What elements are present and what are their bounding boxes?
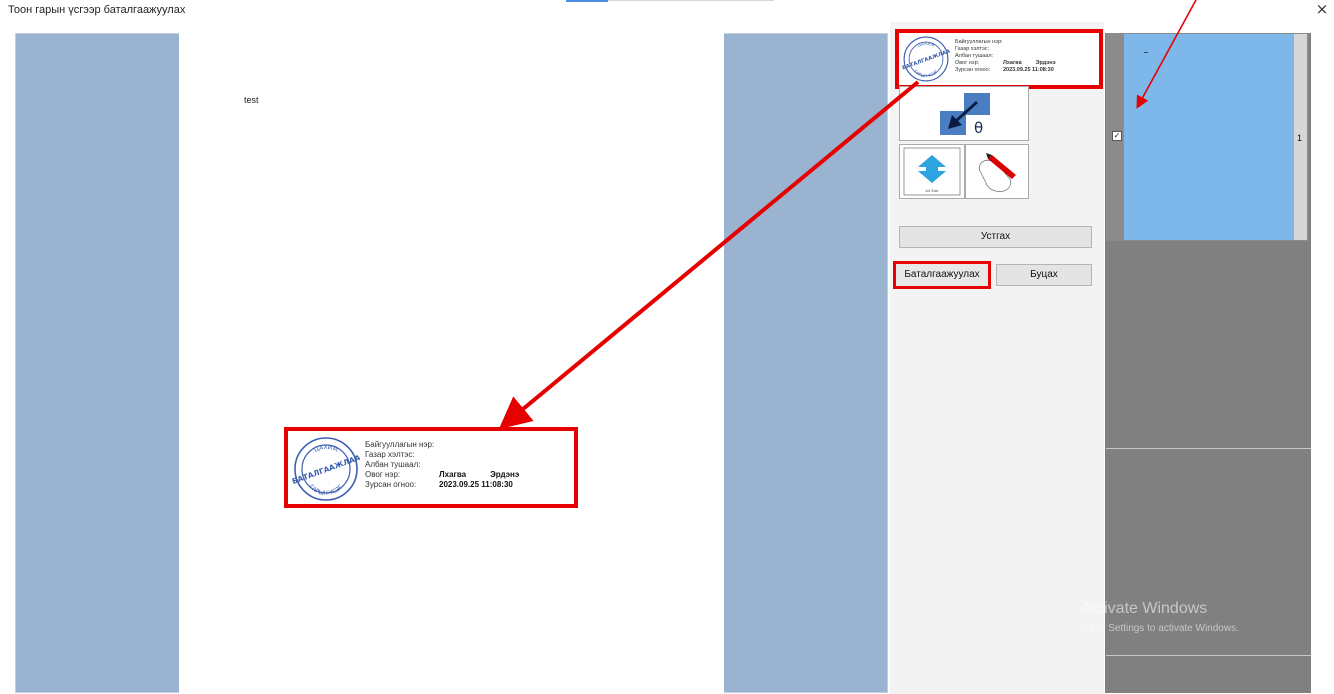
signed-date-label: Зурсан огноо: [955, 67, 991, 73]
confirm-button[interactable]: Баталгаажуулах [893, 261, 991, 289]
svg-text:ЦАХИМ: ЦАХИМ [917, 41, 936, 48]
thumbnail-page-number: 1 [1297, 133, 1303, 143]
activation-watermark-title: Activate Windows [1081, 600, 1208, 617]
thumbnail-divider [1106, 655, 1311, 656]
department-label: Газар хэлтэс: [955, 46, 990, 52]
signature-preview-details: Байгууллагын нэр: Газар хэлтэс: Албан ту… [955, 39, 1056, 74]
thumbnail-divider [1106, 448, 1311, 449]
place-signature-button[interactable]: θ [899, 86, 1029, 141]
signature-preview[interactable]: ЦАХИМ БАТАЛГААЖЛАА ГАРЫН ҮСЭГ Байгууллаг… [895, 29, 1103, 89]
stamp-top-text: ЦАХИМ [917, 41, 936, 48]
cancel-button[interactable]: Буцах [996, 264, 1092, 286]
last-name-value: Лхагва [439, 470, 467, 479]
hand-pen-icon [978, 153, 1016, 192]
stamp-top-text: ЦАХИМ [313, 444, 339, 454]
signed-date-label: Зурсан огноо: [365, 480, 417, 489]
thumbnail-checkbox[interactable]: ✓ [1112, 131, 1122, 141]
title-bar: Тоон гарын үсгээр баталгаажуулах × [0, 0, 1334, 22]
first-name-value: Эрдэнэ [490, 470, 520, 479]
placed-signature[interactable]: ЦАХИМ БАТАЛГААЖЛАА ГАРЫН ҮСЭГ Байгууллаг… [284, 427, 578, 508]
full-name-label: Овог нэр: [955, 60, 980, 66]
resize-arrow-icon: A4 Size [903, 147, 961, 196]
position-label: Албан тушаал: [365, 460, 421, 469]
svg-text:ГАРЫН ҮСЭГ: ГАРЫН ҮСЭГ [307, 483, 344, 497]
scale-caption: A4 Size [926, 189, 939, 193]
department-label: Газар хэлтэс: [365, 450, 415, 459]
svg-text:ЦАХИМ: ЦАХИМ [313, 444, 339, 454]
title-accent-line [566, 0, 608, 2]
stamp-bottom-text: ГАРЫН ҮСЭГ [913, 69, 939, 79]
org-name-label: Байгууллагын нэр: [365, 440, 435, 449]
signing-dialog: Тоон гарын үсгээр баталгаажуулах × test … [0, 0, 1334, 694]
window-title: Тоон гарын үсгээр баталгаажуулах [8, 4, 186, 16]
document-page[interactable]: test [179, 33, 724, 693]
place-symbol: θ [974, 119, 983, 137]
first-name-value: Эрдэнэ [1035, 60, 1056, 66]
thumbnail-page[interactable] [1124, 34, 1295, 240]
scale-button[interactable]: A4 Size [899, 144, 965, 199]
org-name-label: Байгууллагын нэр: [955, 39, 1003, 45]
signed-date-value: 2023.09.25 11:08:30 [439, 480, 513, 489]
title-accent-line-gray [608, 0, 774, 1]
draw-signature-button[interactable] [965, 144, 1029, 199]
place-signature-icon: θ [940, 93, 990, 137]
close-icon[interactable]: × [1314, 1, 1330, 17]
seal-stamp-icon: ЦАХИМ БАТАЛГААЖЛАА ГАРЫН ҮСЭГ [902, 36, 950, 82]
thumbnail-text-mark [1144, 52, 1148, 53]
signed-date-value: 2023.09.25 11:08:30 [1003, 67, 1054, 73]
last-name-value: Лхагва [1003, 60, 1022, 66]
signature-details: Байгууллагын нэр: Газар хэлтэс: Албан ту… [365, 440, 519, 490]
delete-button[interactable]: Устгах [899, 226, 1092, 248]
page-text: test [244, 95, 259, 105]
activation-watermark-subtitle: Go to Settings to activate Windows. [1081, 623, 1239, 634]
svg-text:ГАРЫН ҮСЭГ: ГАРЫН ҮСЭГ [913, 69, 939, 79]
seal-stamp-icon: ЦАХИМ БАТАЛГААЖЛАА ГАРЫН ҮСЭГ [292, 437, 360, 501]
position-label: Албан тушаал: [955, 53, 994, 59]
full-name-label: Овог нэр: [365, 470, 401, 479]
stamp-bottom-text: ГАРЫН ҮСЭГ [307, 483, 344, 497]
